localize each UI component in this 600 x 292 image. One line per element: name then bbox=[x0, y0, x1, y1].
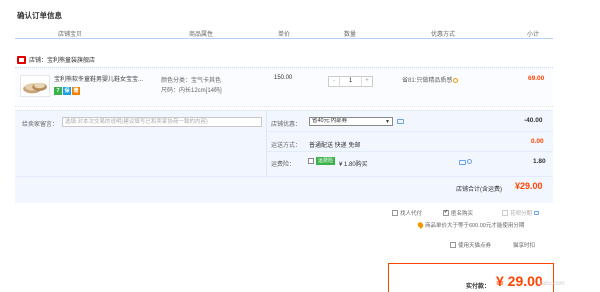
shop-coupon-select[interactable]: 省40元:内部券 ▼ bbox=[309, 117, 393, 126]
proxy-pay-label: 找人代付 bbox=[400, 211, 423, 217]
tmall-points-option[interactable]: 使用天猫点券 bbox=[450, 241, 491, 249]
divider bbox=[266, 131, 553, 132]
promo-text: 省81:只做精品质感 bbox=[402, 78, 453, 84]
shop-total-value: ¥29.00 bbox=[515, 181, 543, 191]
item-thumbnail[interactable] bbox=[20, 75, 50, 97]
insurance-label: 运费险： bbox=[271, 162, 296, 168]
coupon-chat-icon[interactable] bbox=[397, 119, 404, 124]
divider bbox=[266, 151, 553, 152]
discount-link[interactable]: 猫享时扣 bbox=[513, 241, 535, 249]
header-attributes: 商品属性 bbox=[189, 32, 214, 38]
anonymous-buy-option[interactable]: 匿名购买 bbox=[443, 209, 473, 217]
item-unit-price: 150.00 bbox=[274, 75, 293, 81]
shop-total-label: 店铺合计(含运费) bbox=[456, 187, 502, 193]
proxy-pay-option[interactable]: 找人代付 bbox=[392, 209, 422, 217]
insurance-tag: 运费险 bbox=[316, 157, 335, 165]
page-title: 确认订单信息 bbox=[17, 11, 62, 20]
tmall-points-label: 使用天猫点券 bbox=[458, 243, 492, 249]
installment-note-text: 商品单价大于等于600.00元才能使用分期 bbox=[425, 223, 525, 229]
insurance-price: ¥ 1.80购买 bbox=[339, 162, 368, 168]
qty-input[interactable]: 1 bbox=[339, 77, 362, 86]
header-discount: 优惠方式 bbox=[431, 32, 456, 38]
shipping-value: 0.00 bbox=[531, 138, 544, 145]
shop-coupon-value: -40.00 bbox=[524, 117, 543, 124]
shop-icon bbox=[17, 55, 26, 64]
payment-value: ¥ 29.00 bbox=[496, 273, 543, 289]
chevron-down-icon: ▼ bbox=[385, 119, 390, 125]
header-unit-price: 单价 bbox=[278, 32, 291, 38]
item-badges: 7 保 赠 bbox=[54, 87, 80, 95]
item-size-attr: 尺码：内长12cm[14码] bbox=[161, 88, 222, 94]
item-color-attr: 颜色分类：宝气卡其色 bbox=[161, 78, 222, 84]
watermark: fabu.com bbox=[540, 281, 565, 287]
insurance-checkbox[interactable] bbox=[308, 158, 314, 164]
installment-note: 商品单价大于等于600.00元才能使用分期 bbox=[416, 221, 525, 229]
promo-info-icon[interactable] bbox=[453, 77, 459, 83]
discount-link-label[interactable]: 猫享时扣 bbox=[513, 241, 535, 249]
table-header: 店铺宝贝 商品属性 单价 数量 优惠方式 小计 bbox=[15, 27, 553, 39]
message-label: 给卖家留言： bbox=[22, 122, 59, 128]
shop-label: 店铺： bbox=[29, 58, 48, 64]
anonymous-buy-checkbox[interactable] bbox=[443, 209, 449, 216]
insurance-chat-icon[interactable] bbox=[459, 160, 466, 165]
installment-option[interactable]: 花呗分期 bbox=[502, 209, 540, 217]
panel-divider bbox=[266, 110, 267, 176]
item-promo: 省81:只做精品质感 bbox=[402, 75, 459, 84]
location-pin-icon bbox=[416, 221, 425, 229]
header-quantity: 数量 bbox=[344, 32, 357, 38]
installment-checkbox[interactable] bbox=[502, 210, 508, 216]
payment-label: 实付款： bbox=[466, 284, 491, 290]
proxy-pay-checkbox[interactable] bbox=[392, 210, 398, 216]
item-subtotal: 69.00 bbox=[528, 75, 545, 82]
badge-7day[interactable]: 7 bbox=[54, 87, 62, 95]
badge-guarantee[interactable]: 保 bbox=[63, 87, 71, 95]
qty-plus-button[interactable]: + bbox=[362, 77, 372, 86]
installment-info-icon[interactable] bbox=[534, 211, 540, 215]
seller-message-input[interactable]: 选填:对本次交易的说明(建议填写已和卖家协商一致的内容) bbox=[62, 117, 262, 127]
installment-label: 花呗分期 bbox=[510, 211, 533, 217]
header-subtotal: 小计 bbox=[527, 32, 540, 38]
insurance-value: 1.80 bbox=[533, 158, 546, 165]
item-row bbox=[15, 67, 553, 107]
qty-minus-button[interactable]: - bbox=[329, 77, 339, 86]
shoe-icon bbox=[23, 82, 47, 94]
help-icon[interactable] bbox=[467, 159, 472, 164]
badge-gift[interactable]: 赠 bbox=[72, 87, 80, 95]
anonymous-buy-label: 匿名购买 bbox=[451, 211, 474, 217]
tmall-points-checkbox[interactable] bbox=[450, 242, 456, 248]
divider bbox=[15, 176, 553, 177]
shop-coupon-label: 店铺优惠： bbox=[271, 122, 302, 128]
coupon-selected: 省40元:内部券 bbox=[312, 118, 348, 124]
quantity-stepper: - 1 + bbox=[328, 76, 373, 87]
shipping-method: 普通配送 快递 免邮 bbox=[309, 143, 361, 149]
shipping-label: 运送方式： bbox=[271, 143, 302, 149]
item-name-link[interactable]: 宝利熊软冬童鞋男婴儿鞋女宝宝... bbox=[54, 74, 154, 83]
shop-name-link[interactable]: 宝利熊童装旗舰店 bbox=[47, 55, 95, 64]
shop-row: 店铺： 宝利熊童装旗舰店 bbox=[17, 55, 95, 64]
header-store-goods: 店铺宝贝 bbox=[58, 32, 83, 38]
